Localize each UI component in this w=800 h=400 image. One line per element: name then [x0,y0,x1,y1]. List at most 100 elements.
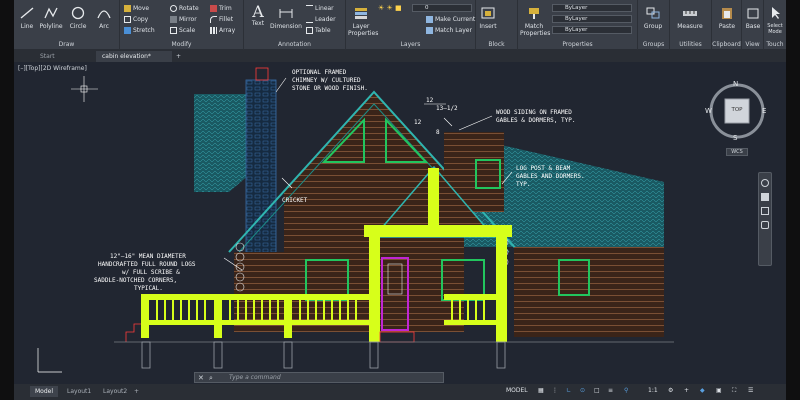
command-line[interactable]: ✕ ⌕ Type a command [194,372,444,383]
crosshair-cursor [71,76,98,102]
autocad-window: Line Polyline Circle Arc Draw Move Rotat… [14,0,786,400]
line-tool[interactable]: Line [16,6,38,30]
current-layer-dropdown[interactable]: 0 [412,4,472,12]
match-properties-tool[interactable]: Match Properties [520,6,550,37]
viewcube-west[interactable]: W [705,107,712,115]
ortho-icon[interactable]: ∟ [566,387,571,394]
annotation-scale[interactable]: 1:1 [648,387,658,394]
draw-panel-label[interactable]: Draw [14,41,119,48]
array-icon [210,27,217,34]
add-layout-icon[interactable]: + [132,386,141,397]
polar-icon[interactable]: ⊙ [580,387,585,394]
model-space-button[interactable]: MODEL [506,387,528,394]
trim-icon [210,5,217,12]
touch-panel-label[interactable]: Touch [764,41,786,48]
modify-panel-label[interactable]: Modify [120,41,243,48]
isolate-objects-icon[interactable]: ◆ [700,387,705,394]
leader-tool[interactable]: Leader [306,16,336,23]
polyline-tool[interactable]: Polyline [38,6,64,30]
match-layer-icon [426,27,433,34]
properties-panel: Match Properties ByLayer ByLayer ByLayer… [518,0,638,50]
block-panel-label[interactable]: Block [476,41,517,48]
lineweight-dropdown[interactable]: ByLayer [552,26,632,34]
base-icon [747,8,759,19]
match-properties-icon [529,8,539,19]
hardware-acceleration-icon[interactable]: ▣ [716,387,722,394]
new-tab-icon[interactable]: + [174,51,186,62]
file-tab-start[interactable]: Start [34,51,94,62]
linear-tool[interactable]: Linear [306,5,334,12]
layout-tab-layout1[interactable]: Layout1 [62,386,96,397]
pitch-label-12: 12 [426,97,434,104]
linear-icon [306,5,313,12]
utilities-panel: Measure Utilities [670,0,712,50]
pan-icon[interactable] [761,193,769,201]
trim-tool[interactable]: Trim [210,5,232,12]
make-current-tool[interactable]: Make Current [426,16,475,23]
color-dropdown[interactable]: ByLayer [552,4,632,12]
array-tool[interactable]: Array [210,27,235,34]
view-panel-label[interactable]: View [742,41,763,48]
viewcube-north[interactable]: N [733,80,738,88]
navigation-bar[interactable] [758,172,772,266]
zoom-extents-icon[interactable] [761,207,769,215]
lineweight-icon[interactable]: ≡ [608,387,613,394]
dimension-tool[interactable]: Dimension [270,6,302,30]
dimension-icon [279,9,293,18]
cricket-note: CRICKET [282,197,308,204]
fillet-tool[interactable]: Fillet [210,16,233,23]
circle-label: Circle [69,23,87,30]
steering-wheel-icon[interactable] [761,179,769,187]
paste-tool[interactable]: Paste [714,6,740,30]
match-layer-tool[interactable]: Match Layer [426,27,472,34]
drawing-viewport[interactable]: [–][Top][2D Wireframe] OPTIONAL FRAMED C… [14,62,786,384]
utilities-panel-label[interactable]: Utilities [670,41,711,48]
mirror-tool[interactable]: Mirror [170,16,197,23]
viewcube-south[interactable]: S [733,134,737,142]
pitch-label-8: 8 [436,129,440,136]
close-icon[interactable]: ✕ [198,373,204,383]
workspace-gear-icon[interactable]: ⚙ [668,387,673,394]
properties-panel-label[interactable]: Properties [518,41,637,48]
table-tool[interactable]: Table [306,27,331,34]
layer-properties-tool[interactable]: Layer Properties [348,6,378,37]
search-icon[interactable]: ⌕ [209,373,213,383]
annotation-visibility-icon[interactable]: ⚲ [624,387,628,394]
plus-icon[interactable]: + [684,387,689,394]
groups-panel-label[interactable]: Groups [638,41,669,48]
layout-tab-model[interactable]: Model [30,386,59,397]
clean-screen-icon[interactable]: ⛶ [732,387,736,395]
wcs-menu[interactable]: WCS [726,148,748,156]
modify-panel: Move Rotate Trim Copy Mirror Fillet Stre… [120,0,244,50]
clipboard-panel-label[interactable]: Clipboard [712,41,741,48]
measure-tool[interactable]: Measure [674,6,706,30]
rotate-icon [170,5,177,12]
snap-icon[interactable]: ⋮ [552,387,558,394]
customize-icon[interactable]: ☰ [748,387,753,394]
move-tool[interactable]: Move [124,5,149,12]
text-icon: A [252,2,264,21]
circle-tool[interactable]: Circle [66,6,90,30]
insert-tool[interactable]: Insert [478,6,498,30]
viewcube[interactable]: N S E W TOP [704,78,770,144]
base-tool[interactable]: Base [742,6,764,30]
annotation-panel-label[interactable]: Annotation [244,41,345,48]
osnap-icon[interactable]: □ [594,387,600,394]
layer-state-icons: ☀ ☀ ■ [378,4,402,12]
select-mode-tool[interactable]: Select Mode [764,6,786,35]
viewcube-top-face[interactable]: TOP [725,107,749,113]
file-tab-cabin-elevation[interactable]: cabin elevation* [96,51,172,62]
linetype-dropdown[interactable]: ByLayer [552,15,632,23]
arc-tool[interactable]: Arc [92,6,116,30]
viewcube-east[interactable]: E [762,107,766,115]
layers-panel-label[interactable]: Layers [346,41,475,48]
grid-icon[interactable]: ▦ [538,387,544,394]
rotate-tool[interactable]: Rotate [170,5,199,12]
layout-tab-layout2[interactable]: Layout2 [98,386,132,397]
copy-tool[interactable]: Copy [124,16,148,23]
group-tool[interactable]: Group [640,6,666,30]
scale-tool[interactable]: Scale [170,27,195,34]
text-tool[interactable]: A Text [248,2,268,28]
orbit-icon[interactable] [761,221,769,229]
stretch-tool[interactable]: Stretch [124,27,155,34]
